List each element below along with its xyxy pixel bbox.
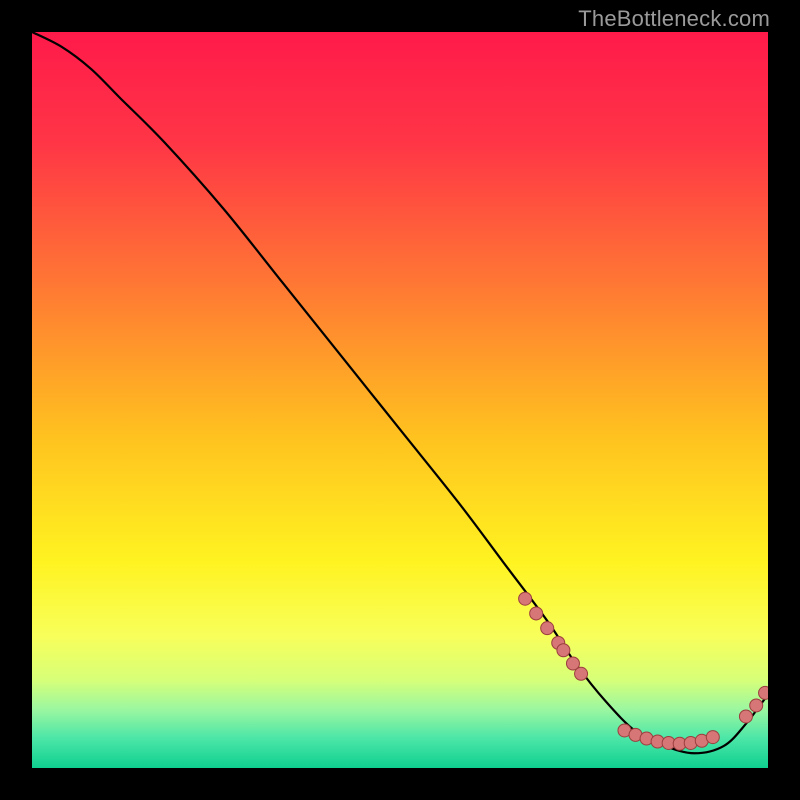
chart-svg [32, 32, 768, 768]
chart-stage: TheBottleneck.com [0, 0, 800, 800]
data-point [739, 710, 752, 723]
gradient-background [32, 32, 768, 768]
data-point [575, 667, 588, 680]
data-point [541, 622, 554, 635]
data-point [557, 644, 570, 657]
plot-area [32, 32, 768, 768]
data-point [519, 592, 532, 605]
data-point [706, 731, 719, 744]
data-point [530, 607, 543, 620]
watermark-text: TheBottleneck.com [578, 6, 770, 32]
data-point [759, 686, 768, 699]
data-point [750, 699, 763, 712]
